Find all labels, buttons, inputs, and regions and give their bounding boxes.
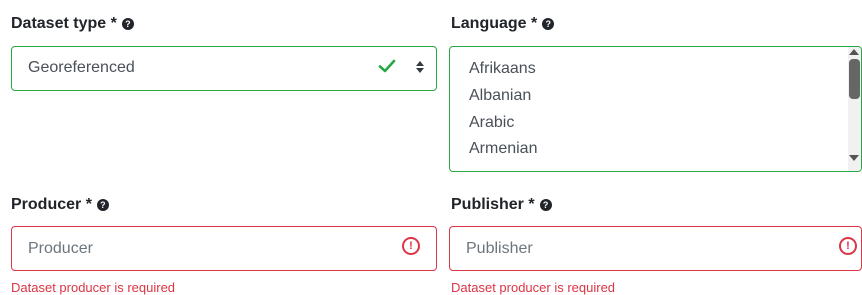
language-option[interactable]: Arabic — [469, 114, 514, 132]
producer-field[interactable]: ! — [11, 226, 437, 271]
check-icon — [378, 59, 396, 73]
language-scrollbar[interactable] — [848, 47, 861, 171]
language-option[interactable]: Armenian — [469, 140, 537, 158]
dataset-type-select[interactable]: Georeferenced — [11, 46, 437, 91]
language-option[interactable]: Albanian — [469, 87, 531, 105]
question-circle-icon[interactable]: ? — [542, 18, 555, 30]
language-listbox[interactable]: Afrikaans Albanian Arabic Armenian — [449, 46, 862, 172]
producer-input[interactable] — [12, 227, 436, 270]
dataset-type-value: Georeferenced — [28, 59, 135, 76]
dataset-type-label-text: Dataset type * — [11, 15, 117, 32]
exclamation-circle-icon: ! — [402, 237, 420, 255]
language-option[interactable]: Afrikaans — [469, 60, 536, 78]
language-label: Language * ? — [451, 15, 555, 33]
publisher-label: Publisher * ? — [451, 196, 552, 214]
dataset-type-label: Dataset type * ? — [11, 15, 134, 33]
language-label-text: Language * — [451, 15, 538, 32]
publisher-field[interactable]: ! — [449, 226, 862, 271]
publisher-input[interactable] — [450, 227, 861, 270]
producer-label: Producer * ? — [11, 196, 109, 214]
publisher-label-text: Publisher * — [451, 196, 535, 213]
producer-error-message: Dataset producer is required — [11, 280, 176, 295]
question-circle-icon[interactable]: ? — [96, 199, 109, 211]
question-circle-icon[interactable]: ? — [539, 199, 552, 211]
scroll-thumb[interactable] — [849, 59, 860, 99]
producer-label-text: Producer * — [11, 196, 92, 213]
publisher-error-message: Dataset producer is required — [451, 280, 616, 295]
sort-caret-icon — [416, 61, 424, 73]
exclamation-circle-icon: ! — [839, 237, 857, 255]
scroll-down-arrow-icon[interactable] — [849, 155, 859, 161]
scroll-up-arrow-icon[interactable] — [849, 49, 859, 55]
question-circle-icon[interactable]: ? — [121, 18, 134, 30]
